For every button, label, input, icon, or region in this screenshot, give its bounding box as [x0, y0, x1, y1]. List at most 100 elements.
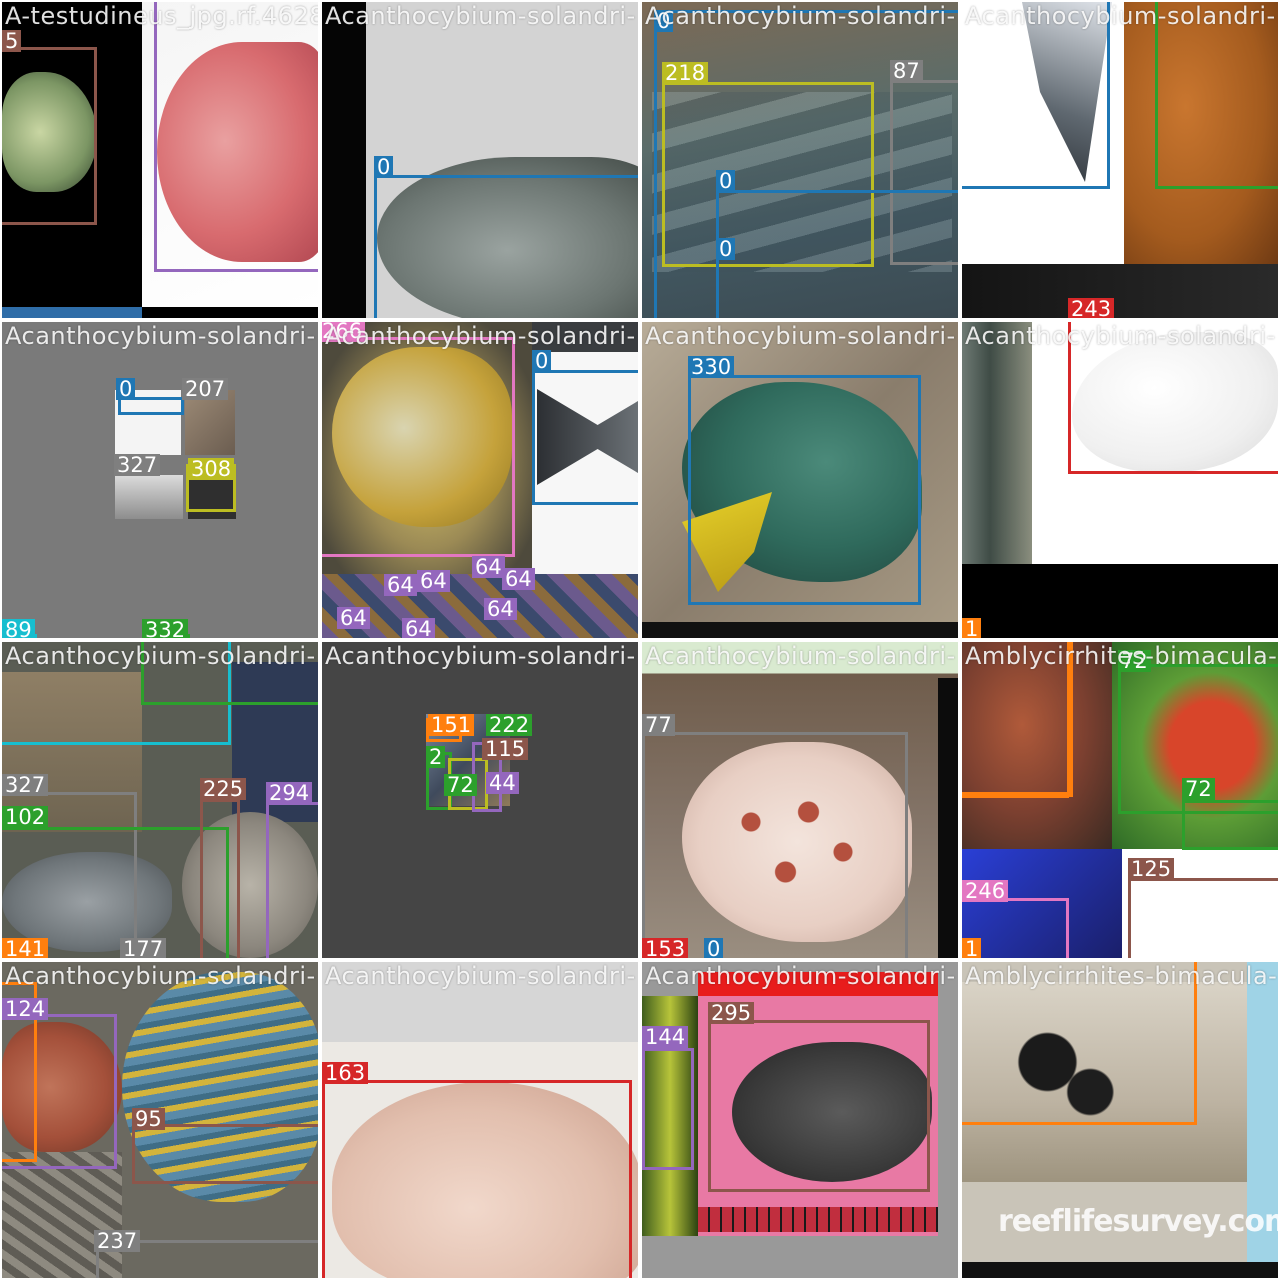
bbox-label: 5 [2, 30, 22, 52]
tile-title: Acanthocybium-solandri- [325, 642, 636, 670]
bbox [532, 370, 638, 505]
tile-r2c3: 72 72 246 125 1 Amblycirrhites-bimacula- [962, 642, 1278, 958]
tile-r2c0: 327 225 294 102 141 177 Acanthocybium-so… [2, 642, 318, 958]
bbox [266, 802, 318, 958]
tile-title: Acanthocybium-solandri- [5, 962, 316, 990]
tile-r3c0: 124 95 237 Acanthocybium-solandri- [2, 962, 318, 1278]
tile-r3c3: reeflifesurvey.com Amblycirrhites-bimacu… [962, 962, 1278, 1278]
tile-title: Acanthocybium-solandri- [325, 962, 636, 990]
tile-r0c1: 0 Acanthocybium-solandri- [322, 2, 638, 318]
bbox-label: 308 [188, 458, 235, 480]
bbox-label: 87 [890, 60, 923, 82]
tile-title: Acanthocybium-solandri- [645, 962, 956, 990]
bbox [374, 175, 638, 318]
bbox [688, 375, 921, 605]
bbox-label: 44 [486, 772, 519, 794]
bbox-label: 64 [417, 570, 450, 592]
tile-title: A-testudineus_jpg.rf.4628 [5, 2, 318, 30]
bbox-label: 77 [642, 714, 675, 736]
photo-dark [962, 264, 1278, 318]
bbox-label: 243 [1068, 298, 1115, 318]
thumb-fish [115, 475, 183, 519]
bbox [716, 190, 958, 318]
bbox-label: 64 [502, 568, 535, 590]
bbox [200, 799, 240, 958]
photo-wood [962, 322, 1032, 564]
tile-title: Acanthocybium-solandri- [965, 322, 1276, 350]
bbox-label: 95 [132, 1108, 165, 1130]
photo-dark-strip [642, 622, 958, 638]
tile-r2c2: 77 153 0 Acanthocybium-solandri- [642, 642, 958, 958]
bbox-label: 115 [482, 738, 529, 760]
tile-title: Amblycirrhites-bimacula- [965, 962, 1278, 990]
bbox-label: 89 [2, 619, 35, 638]
bbox-label: 177 [120, 938, 167, 958]
bbox-label: 246 [962, 880, 1009, 902]
tile-title: Acanthocybium-solandri- [965, 2, 1276, 30]
bbox [2, 1014, 117, 1169]
photo-black-strip [938, 678, 958, 958]
tile-r1c0: 0 207 327 308 89 332 Acanthocybium-solan… [2, 322, 318, 638]
tile-title: Amblycirrhites-bimacula- [965, 642, 1278, 670]
bbox-label: 0 [532, 350, 552, 372]
tile-title: Acanthocybium-solandri- [5, 642, 316, 670]
bbox [708, 1020, 930, 1192]
tile-r2c1: 151 222 115 2 72 44 Acanthocybium-soland… [322, 642, 638, 958]
bbox-label: 64 [484, 598, 517, 620]
bbox-label: 295 [708, 1002, 755, 1024]
bbox-label: 237 [94, 1230, 141, 1252]
bbox-label: 64 [402, 618, 435, 638]
bbox-label: 102 [2, 806, 49, 828]
bbox-label: 1 [962, 618, 982, 638]
bbox-label: 207 [182, 378, 229, 400]
bbox-label: 153 [642, 938, 689, 958]
bbox-label: 0 [704, 938, 724, 958]
bbox [1155, 2, 1278, 189]
bbox-label: 72 [444, 774, 477, 796]
bbox-label: 124 [2, 998, 49, 1020]
bbox-label: 141 [2, 938, 49, 958]
photo-reef-red [962, 642, 1112, 849]
bbox-label: 144 [642, 1026, 689, 1048]
bbox-label: 64 [384, 574, 417, 596]
tile-r0c0: 5 A-testudineus_jpg.rf.4628 [2, 2, 318, 318]
bbox-label: 64 [472, 556, 505, 578]
bbox-label: 1 [962, 938, 982, 958]
bbox [1182, 800, 1278, 850]
photo-ruler [698, 1207, 938, 1232]
bbox [1128, 878, 1278, 958]
tile-title: Acanthocybium-solandri- [645, 322, 956, 350]
bbox [322, 337, 515, 557]
dark-strip [322, 2, 366, 318]
bbox-label: 72 [1182, 778, 1215, 800]
tile-title: Acanthocybium-solandri- [645, 642, 956, 670]
bbox-label: 64 [337, 607, 370, 629]
tile-title: Acanthocybium-solandri- [325, 2, 636, 30]
tile-title: Acanthocybium-solandri- [645, 2, 956, 30]
bbox-label: 2 [426, 746, 446, 768]
tile-title: Acanthocybium-solandri- [325, 322, 636, 350]
bbox-label: 0 [716, 170, 736, 192]
bbox-label: 225 [200, 778, 247, 800]
bbox [132, 1124, 318, 1184]
tile-title: Acanthocybium-solandri- [5, 322, 316, 350]
photo-black [962, 564, 1278, 638]
bbox [962, 792, 1069, 798]
bbox-label: 163 [322, 1062, 369, 1084]
bbox [962, 2, 1110, 189]
bbox-label: 327 [114, 454, 161, 476]
bbox-label: 0 [116, 378, 136, 400]
tile-r1c2: 330 Acanthocybium-solandri- [642, 322, 958, 638]
image-mosaic: 5 A-testudineus_jpg.rf.4628 0 Acanthocyb… [0, 0, 1280, 1280]
bbox [154, 2, 318, 272]
tile-r1c1: 266 0 64 64 64 64 64 64 64 Acanthocybium… [322, 322, 638, 638]
bbox-label: 151 [428, 714, 475, 736]
bbox-label: 294 [266, 782, 313, 804]
tile-r1c3: 1 Acanthocybium-solandri- [962, 322, 1278, 638]
bbox [642, 732, 908, 958]
bbox [642, 1048, 694, 1170]
bbox-label: 0 [374, 156, 394, 178]
bbox-label: 327 [2, 774, 49, 796]
bbox-label: 0 [716, 238, 736, 260]
bbox-label: 218 [662, 62, 709, 84]
